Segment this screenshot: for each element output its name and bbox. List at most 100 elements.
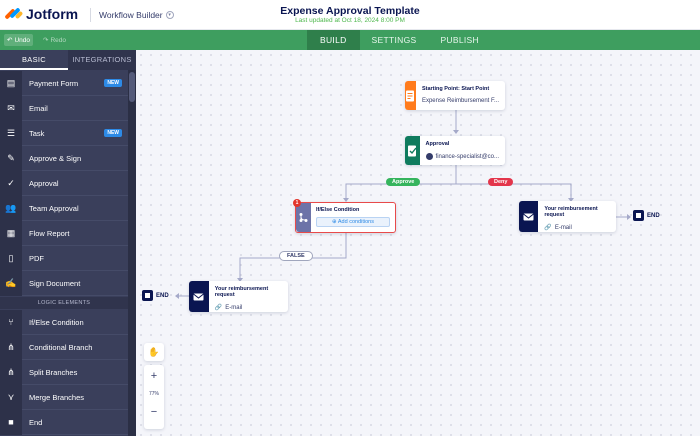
email-deny-title: Your reimbursement request bbox=[544, 206, 598, 218]
form-icon bbox=[405, 81, 416, 110]
email-node-deny[interactable]: Your reimbursement request 🔗 E-mail bbox=[519, 201, 616, 232]
new-badge: NEW bbox=[104, 129, 122, 137]
approve-sign-icon: ✎ bbox=[0, 145, 22, 171]
sidebar-item-pdf[interactable]: ▯ PDF bbox=[0, 245, 128, 271]
builder-toolbar: ↶ Undo ↷ Redo BUILD SETTINGS PUBLISH bbox=[0, 30, 700, 50]
zoom-controls: + 77% − bbox=[144, 365, 164, 429]
hand-icon: ✋ bbox=[148, 346, 160, 357]
elements-sidebar: BASIC INTEGRATIONS ▤ Payment Form NEW ✉ Emai… bbox=[0, 50, 136, 436]
start-form-name: Expense Reimbursement F... bbox=[421, 98, 499, 104]
approval-assignee: finance-specialist@co... bbox=[425, 153, 499, 160]
merge-branches-icon: ⋎ bbox=[0, 384, 22, 410]
tab-basic[interactable]: BASIC bbox=[0, 50, 68, 70]
sidebar-item-label: Flow Report bbox=[29, 228, 70, 238]
email-deny-sub: 🔗 E-mail bbox=[544, 224, 610, 232]
redo-icon: ↷ bbox=[43, 37, 49, 44]
zoom-in-button[interactable]: + bbox=[144, 368, 164, 384]
add-conditions-label: Add conditions bbox=[337, 219, 374, 225]
email-icon: ✉ bbox=[0, 95, 22, 121]
end-node-false[interactable]: END bbox=[142, 290, 169, 301]
page-title[interactable]: Expense Approval Template bbox=[0, 5, 700, 17]
start-title: Starting Point: Start Point bbox=[421, 86, 490, 92]
user-avatar-icon bbox=[425, 153, 433, 160]
link-icon: 🔗 bbox=[214, 305, 223, 311]
end-icon bbox=[142, 290, 153, 301]
pan-tool-button[interactable]: ✋ bbox=[144, 343, 164, 361]
email-false-type: E-mail bbox=[225, 304, 243, 311]
sidebar-item-label: PDF bbox=[29, 253, 44, 263]
if-else-node[interactable]: 1 If/Else Condition ⊕ Add conditions bbox=[293, 199, 396, 233]
payment-form-icon: ▤ bbox=[0, 70, 22, 96]
link-icon: 🔗 bbox=[544, 225, 552, 231]
tab-build[interactable]: BUILD bbox=[307, 30, 360, 50]
sidebar-item-approval[interactable]: ✓ Approval bbox=[0, 170, 128, 196]
sidebar-item-split-branches[interactable]: ⋔ Split Branches bbox=[0, 359, 128, 385]
sidebar-item-flow-report[interactable]: ▦ Flow Report bbox=[0, 220, 128, 246]
email-false-sub: 🔗 E-mail bbox=[214, 304, 282, 312]
if-else-icon: ⑂ bbox=[0, 309, 22, 335]
if-else-icon bbox=[296, 203, 311, 232]
end-node-deny[interactable]: END bbox=[633, 210, 660, 221]
tab-integrations[interactable]: INTEGRATIONS bbox=[68, 50, 136, 70]
builder-tabs: BUILD SETTINGS PUBLISH bbox=[307, 30, 491, 50]
zoom-out-button[interactable]: − bbox=[144, 404, 164, 420]
conditional-branch-icon: ⋔ bbox=[0, 334, 22, 360]
sidebar-scrollbar[interactable] bbox=[128, 70, 136, 436]
logic-elements-heading: LOGIC ELEMENTS bbox=[0, 297, 128, 309]
approval-title: Approval bbox=[425, 141, 450, 147]
scrollbar-thumb[interactable] bbox=[129, 72, 135, 102]
sidebar-item-merge-branches[interactable]: ⋎ Merge Branches bbox=[0, 384, 128, 410]
redo-label: Redo bbox=[50, 36, 66, 44]
email-node-false[interactable]: Your reimbursement request 🔗 E-mail bbox=[189, 281, 288, 312]
sidebar-item-conditional-branch[interactable]: ⋔ Conditional Branch bbox=[0, 334, 128, 360]
team-approval-icon: 👥 bbox=[0, 195, 22, 221]
approval-icon: ✓ bbox=[0, 170, 22, 196]
sidebar-item-label: If/Else Condition bbox=[29, 317, 84, 327]
sidebar-item-label: Approval bbox=[29, 178, 59, 188]
sidebar-item-task[interactable]: ☰ Task NEW bbox=[0, 120, 128, 146]
approval-node[interactable]: Approval finance-specialist@co... bbox=[405, 136, 505, 165]
if-else-title: If/Else Condition bbox=[316, 207, 360, 213]
email-deny-type: E-mail bbox=[554, 224, 572, 231]
tab-publish[interactable]: PUBLISH bbox=[428, 30, 490, 50]
deny-branch-label: Deny bbox=[488, 178, 514, 186]
start-point-node[interactable]: Starting Point: Start Point Expense Reim… bbox=[405, 81, 505, 110]
end-icon bbox=[633, 210, 644, 221]
flow-report-icon: ▦ bbox=[0, 220, 22, 246]
task-icon: ☰ bbox=[0, 120, 22, 146]
end-label: END bbox=[647, 212, 660, 219]
sidebar-item-label: Email bbox=[29, 103, 48, 113]
sidebar-item-email[interactable]: ✉ Email bbox=[0, 95, 128, 121]
end-icon: ■ bbox=[0, 409, 22, 435]
error-count-badge: 1 bbox=[293, 199, 301, 207]
sidebar-item-if-else[interactable]: ⑂ If/Else Condition bbox=[0, 309, 128, 335]
sidebar-item-approve-sign[interactable]: ✎ Approve & Sign bbox=[0, 145, 128, 171]
workflow-canvas[interactable]: Starting Point: Start Point Expense Reim… bbox=[136, 50, 700, 436]
top-header: Jotform Workflow Builder ▾ Expense Appro… bbox=[0, 0, 700, 30]
sidebar-item-label: Team Approval bbox=[29, 203, 79, 213]
sidebar-item-label: Merge Branches bbox=[29, 392, 85, 402]
sidebar-item-team-approval[interactable]: 👥 Team Approval bbox=[0, 195, 128, 221]
pdf-icon: ▯ bbox=[0, 245, 22, 271]
sign-document-icon: ✍ bbox=[0, 270, 22, 296]
sidebar-item-label: End bbox=[29, 417, 43, 427]
approval-icon bbox=[405, 136, 420, 165]
sidebar-item-label: Task bbox=[29, 128, 45, 138]
undo-label: Undo bbox=[14, 36, 30, 44]
undo-button[interactable]: ↶ Undo bbox=[4, 34, 33, 46]
redo-button[interactable]: ↷ Redo bbox=[40, 34, 69, 46]
sidebar-tabs: BASIC INTEGRATIONS bbox=[0, 50, 136, 70]
sidebar-item-end[interactable]: ■ End bbox=[0, 409, 128, 435]
approval-assignee-text: finance-specialist@co... bbox=[435, 153, 499, 160]
add-conditions-button[interactable]: ⊕ Add conditions bbox=[316, 217, 390, 227]
tab-settings[interactable]: SETTINGS bbox=[360, 30, 429, 50]
email-false-title: Your reimbursement request bbox=[214, 286, 269, 298]
sidebar-item-payment-form[interactable]: ▤ Payment Form NEW bbox=[0, 70, 128, 96]
sidebar-item-label: Conditional Branch bbox=[29, 342, 93, 352]
false-branch-label: FALSE bbox=[279, 251, 313, 261]
sidebar-item-label: Approve & Sign bbox=[29, 153, 82, 163]
sidebar-item-sign-document[interactable]: ✍ Sign Document bbox=[0, 270, 128, 296]
sidebar-item-label: Sign Document bbox=[29, 278, 81, 288]
last-updated: Last updated at Oct 18, 2024 8:00 PM bbox=[295, 17, 405, 24]
approve-branch-label: Approve bbox=[386, 178, 421, 186]
